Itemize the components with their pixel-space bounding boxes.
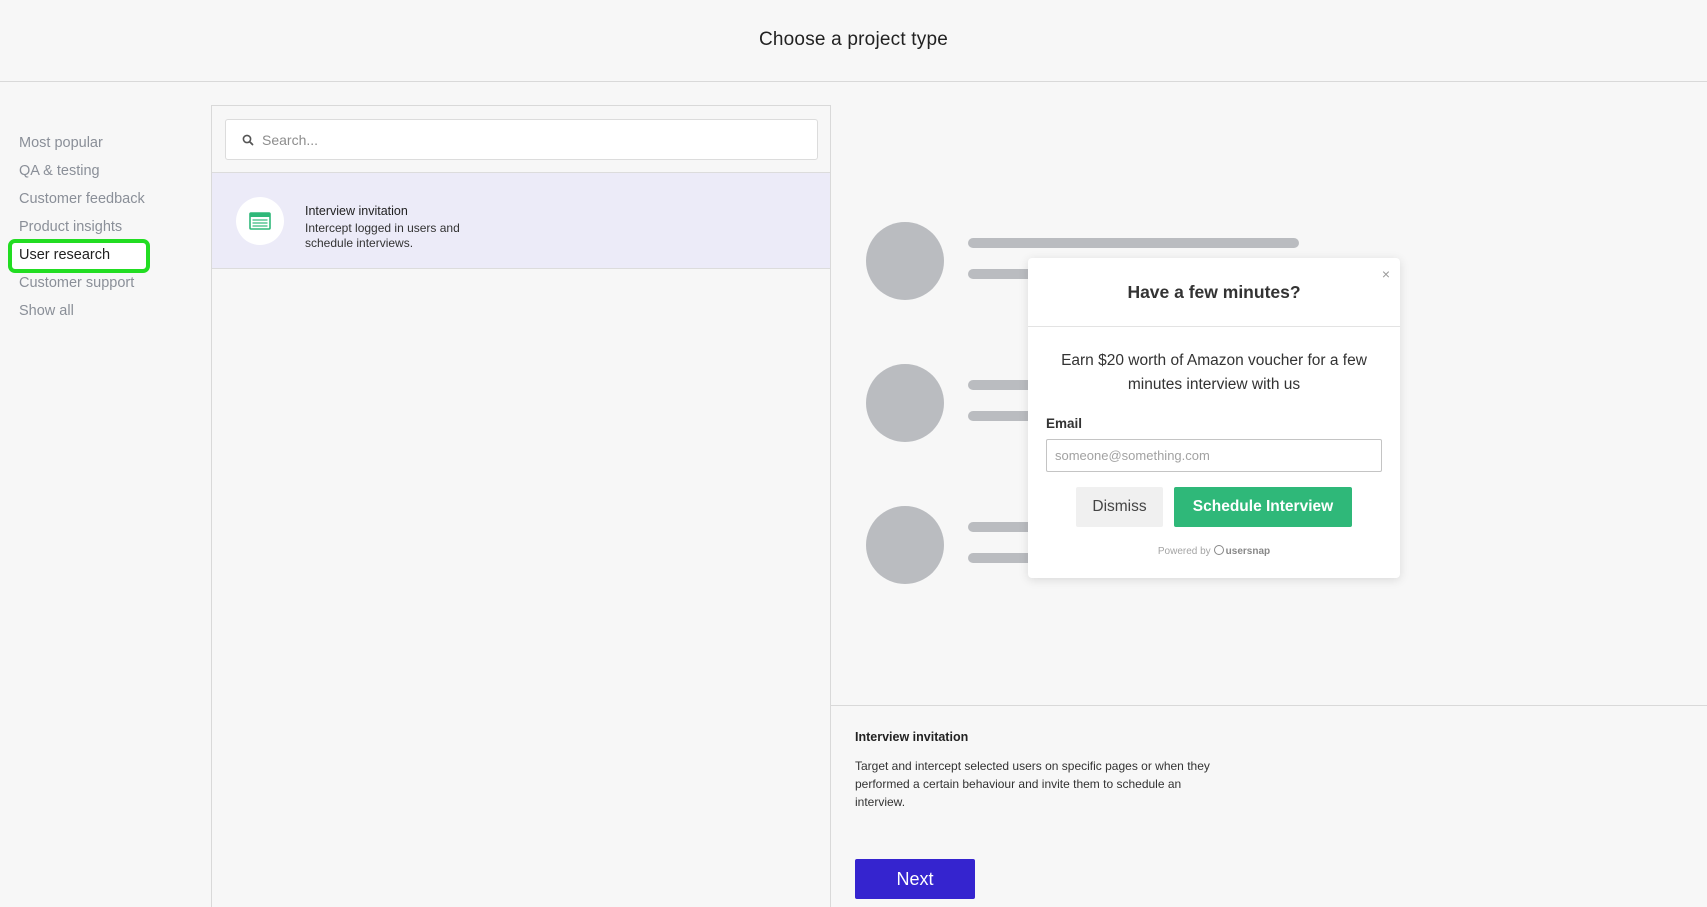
usersnap-logo-icon xyxy=(1213,545,1224,555)
placeholder-avatar xyxy=(866,364,944,442)
calendar-table-icon xyxy=(249,212,271,230)
sidebar-item-customer-feedback[interactable]: Customer feedback xyxy=(19,191,145,207)
project-list-panel: Interview invitation Intercept logged in… xyxy=(211,105,831,907)
sidebar-item-qa-testing[interactable]: QA & testing xyxy=(19,163,100,179)
description-body: Target and intercept selected users on s… xyxy=(855,759,1210,809)
widget-divider xyxy=(1028,326,1400,327)
next-button[interactable]: Next xyxy=(855,859,975,899)
schedule-interview-button[interactable]: Schedule Interview xyxy=(1174,487,1352,527)
search-box xyxy=(225,119,818,160)
widget-message: Earn $20 worth of Amazon voucher for a f… xyxy=(1061,352,1367,393)
category-sidebar: Most popular QA & testing Customer feedb… xyxy=(0,82,211,907)
interview-widget-preview: × Have a few minutes? Earn $20 worth of … xyxy=(1028,258,1400,578)
placeholder-avatar xyxy=(866,222,944,300)
email-label: Email xyxy=(1046,416,1083,431)
placeholder-avatar xyxy=(866,506,944,584)
dismiss-button[interactable]: Dismiss xyxy=(1076,487,1163,527)
sidebar-item-customer-support[interactable]: Customer support xyxy=(19,275,134,291)
page-title: Choose a project type xyxy=(758,28,949,50)
description-title: Interview invitation xyxy=(855,730,969,744)
list-item-interview-invitation[interactable]: Interview invitation Intercept logged in… xyxy=(212,172,830,269)
powered-by-text: Powered by xyxy=(1157,546,1211,557)
powered-by-footer: Powered by usersnap xyxy=(1028,545,1400,557)
sidebar-item-most-popular[interactable]: Most popular xyxy=(19,135,103,151)
sidebar-item-show-all[interactable]: Show all xyxy=(19,303,74,319)
search-input[interactable] xyxy=(262,120,812,159)
project-description: Interview invitation Target and intercep… xyxy=(831,705,1707,907)
page-header: Choose a project type xyxy=(0,0,1707,82)
placeholder-line xyxy=(968,238,1299,248)
search-icon xyxy=(242,134,254,146)
list-item-icon xyxy=(236,197,284,245)
email-field[interactable] xyxy=(1046,439,1382,472)
list-item-title: Interview invitation xyxy=(305,204,408,218)
sidebar-item-user-research[interactable]: User research xyxy=(19,247,110,263)
sidebar-item-product-insights[interactable]: Product insights xyxy=(19,219,122,235)
widget-title: Have a few minutes? xyxy=(1127,282,1301,302)
powered-by-brand: usersnap xyxy=(1225,546,1271,557)
close-icon[interactable]: × xyxy=(1378,266,1394,282)
list-item-description: Intercept logged in users and schedule i… xyxy=(305,221,460,250)
